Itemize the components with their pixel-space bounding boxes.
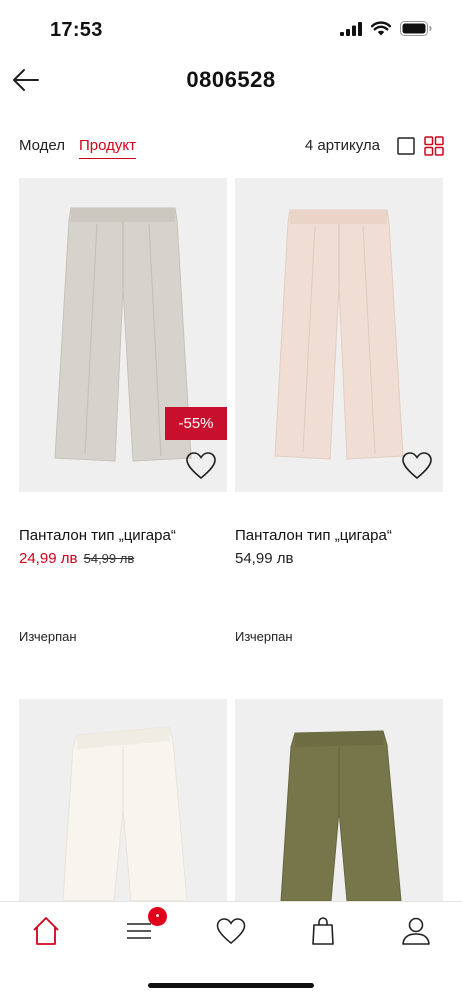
tab-product[interactable]: Продукт xyxy=(79,137,136,159)
tab-home[interactable] xyxy=(28,914,64,948)
tab-model[interactable]: Модел xyxy=(19,137,65,154)
product-card[interactable]: -55% Панталон тип „цигара“ 24,99 лв 54,9… xyxy=(19,178,227,644)
cellular-signal-icon xyxy=(340,21,362,36)
product-card[interactable]: Панталон тип „цигара“ 54,99 лв Изчерпан xyxy=(235,178,443,644)
product-price: 24,99 лв 54,99 лв xyxy=(19,550,134,567)
tab-bag[interactable] xyxy=(305,914,341,948)
product-card[interactable] xyxy=(235,699,443,901)
status-bar: 17:53 xyxy=(0,0,462,58)
menu-icon xyxy=(127,923,151,939)
page-title: 0806528 xyxy=(186,67,276,92)
stock-status: Изчерпан xyxy=(19,629,77,644)
trousers-image xyxy=(62,726,188,901)
wifi-icon xyxy=(371,21,391,36)
heart-icon xyxy=(216,917,246,944)
trousers-image xyxy=(280,730,402,901)
home-icon xyxy=(33,917,59,945)
filter-bar: Модел Продукт 4 артикула xyxy=(0,132,462,164)
heart-icon[interactable] xyxy=(186,452,216,480)
trousers-image xyxy=(54,207,192,462)
heart-icon[interactable] xyxy=(402,452,432,480)
shopping-bag-icon xyxy=(312,917,334,945)
sale-price: 24,99 лв xyxy=(19,550,78,567)
status-icons xyxy=(340,21,432,36)
home-indicator xyxy=(148,983,314,988)
product-name[interactable]: Панталон тип „цигара“ xyxy=(235,527,392,544)
tab-account[interactable] xyxy=(398,914,434,948)
product-image[interactable] xyxy=(19,699,227,901)
old-price: 54,99 лв xyxy=(83,551,135,566)
tab-favourites[interactable] xyxy=(213,914,249,948)
article-count: 4 артикула xyxy=(304,137,380,154)
grid-view-icon[interactable] xyxy=(424,136,444,156)
product-card[interactable] xyxy=(19,699,227,901)
product-image[interactable] xyxy=(235,699,443,901)
product-price: 54,99 лв xyxy=(235,550,293,567)
status-time: 17:53 xyxy=(50,19,103,41)
stock-status: Изчерпан xyxy=(235,629,293,644)
battery-icon xyxy=(400,21,432,36)
nav-bar: 0806528 xyxy=(0,58,462,104)
regular-price: 54,99 лв xyxy=(235,550,294,567)
product-image[interactable]: -55% xyxy=(19,178,227,492)
discount-badge: -55% xyxy=(165,407,227,440)
trousers-image xyxy=(274,209,404,460)
single-view-icon[interactable] xyxy=(397,137,415,155)
product-image[interactable] xyxy=(235,178,443,492)
menu-notification-badge: • xyxy=(148,907,167,926)
product-name[interactable]: Панталон тип „цигара“ xyxy=(19,527,176,544)
user-icon xyxy=(402,917,430,945)
